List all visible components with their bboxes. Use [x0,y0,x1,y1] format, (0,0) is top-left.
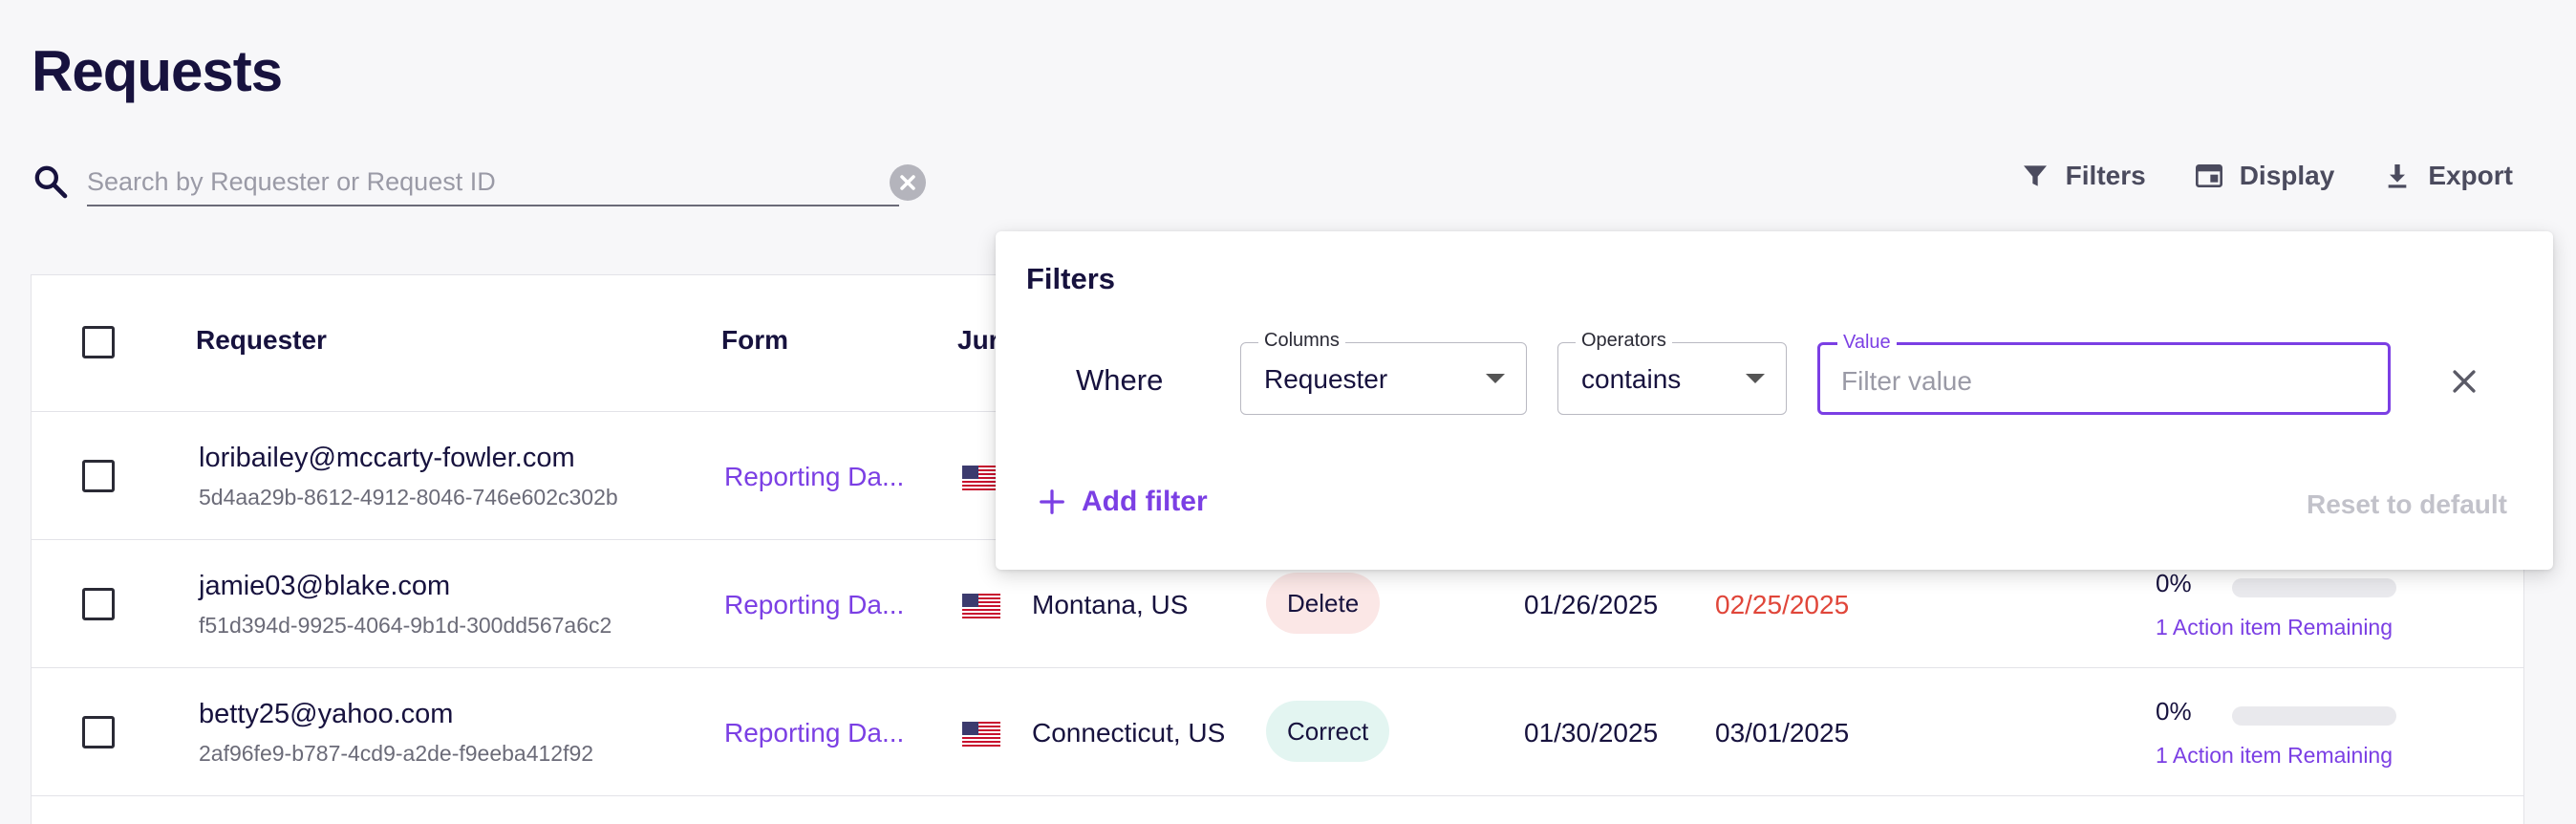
progress-bar [2232,706,2396,726]
export-button-label: Export [2428,161,2513,190]
due-date: 03/01/2025 [1715,718,1850,748]
action-items-link[interactable]: 1 Action item Remaining [2156,615,2393,640]
add-filter-label: Add filter [1082,486,1208,517]
chevron-down-icon [1746,374,1765,383]
operators-select-value: contains [1581,364,1682,394]
clear-search-icon[interactable] [890,164,926,201]
row-checkbox[interactable] [82,460,115,492]
column-header-form[interactable]: Form [721,325,788,356]
table-row[interactable]: betty25@yahoo.com 2af96fe9-b787-4cd9-a2d… [32,668,2523,796]
filters-panel-title: Filters [1026,262,1116,295]
action-items-link[interactable]: 1 Action item Remaining [2156,743,2393,769]
reset-to-default-button[interactable]: Reset to default [2307,489,2507,520]
request-id: f51d394d-9925-4064-9b1d-300dd567a6c2 [199,613,612,638]
page-title: Requests [32,39,283,103]
filters-panel: Filters Where Columns Requester Operator… [996,231,2553,570]
filters-button-label: Filters [2065,161,2146,190]
display-icon [2195,164,2222,187]
us-flag-icon [962,722,1000,747]
display-button-label: Display [2239,161,2335,190]
us-flag-icon [962,594,1000,618]
requester-email: jamie03@blake.com [199,571,451,601]
request-id: 5d4aa29b-8612-4912-8046-746e602c302b [199,485,618,510]
progress-percent: 0% [2156,697,2192,726]
us-flag-icon [962,466,1000,490]
requester-email: loribailey@mccarty-fowler.com [199,443,575,473]
row-checkbox[interactable] [82,588,115,620]
date-received: 01/26/2025 [1524,590,1659,619]
operators-select-label: Operators [1576,330,1672,352]
request-type-badge: Correct [1266,701,1390,762]
progress-percent: 0% [2156,569,2192,597]
operators-select[interactable]: Operators contains [1557,330,1787,415]
row-checkbox[interactable] [82,716,115,748]
search-bar [32,153,930,210]
select-all-checkbox[interactable] [82,326,115,358]
date-received: 01/30/2025 [1524,718,1659,748]
request-id: 2af96fe9-b787-4cd9-a2de-f9eeba412f92 [199,741,594,766]
value-field[interactable]: Value [1817,332,2391,415]
filter-icon [2023,165,2047,186]
filters-button[interactable]: Filters [2020,161,2146,191]
columns-select-label: Columns [1258,330,1345,352]
column-header-jurisdiction[interactable]: Jur [957,325,999,356]
form-link[interactable]: Reporting Da... [724,590,904,620]
column-header-requester[interactable]: Requester [196,325,327,356]
where-label: Where [1076,363,1164,397]
value-field-label: Value [1837,332,1897,354]
request-type-badge: Delete [1266,573,1381,634]
form-link[interactable]: Reporting Da... [724,718,904,748]
chevron-down-icon [1486,374,1505,383]
export-icon [2388,164,2407,188]
due-date: 02/25/2025 [1715,590,1850,619]
filter-value-input[interactable] [1841,364,2357,399]
progress-bar [2232,578,2396,597]
search-input[interactable] [87,159,899,206]
add-filter-button[interactable]: Add filter [1038,486,1208,518]
jurisdiction: Connecticut, US [1032,718,1226,748]
jurisdiction: Montana, US [1032,590,1189,619]
form-link[interactable]: Reporting Da... [724,462,904,492]
columns-select-value: Requester [1264,364,1388,394]
search-icon [34,165,68,199]
toolbar: Filters Display Export [2020,161,2513,191]
display-button[interactable]: Display [2194,161,2335,191]
close-icon[interactable] [2448,365,2480,398]
plus-icon [1040,489,1064,514]
columns-select[interactable]: Columns Requester [1240,330,1527,415]
requester-email: betty25@yahoo.com [199,699,454,729]
export-button[interactable]: Export [2382,161,2513,191]
